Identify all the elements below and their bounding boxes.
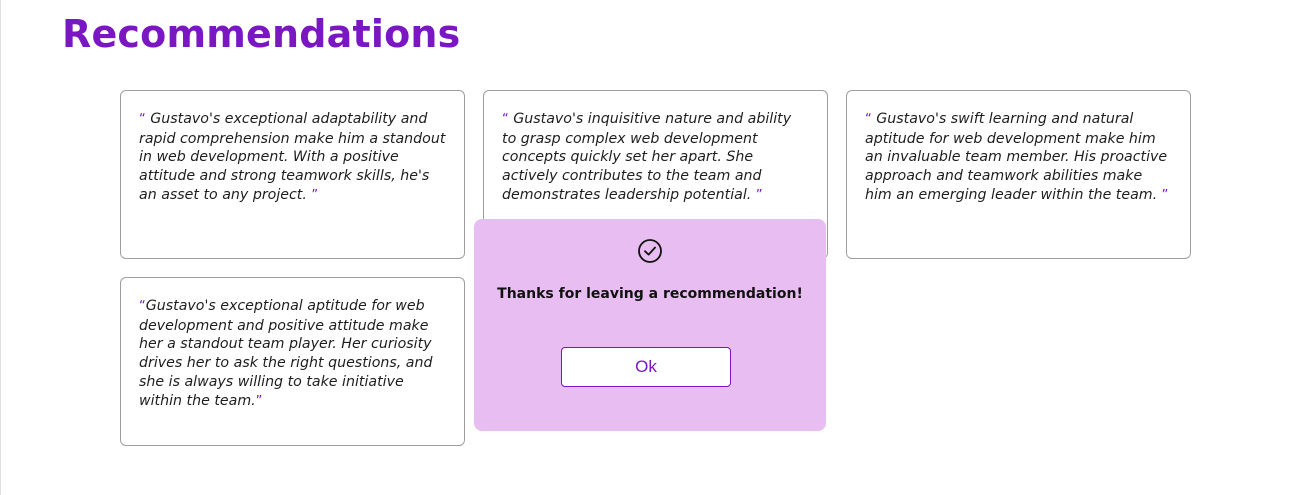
close-quote-mark: ”: [255, 393, 263, 409]
recommendation-text: Gustavo's inquisitive nature and ability…: [502, 111, 792, 203]
recommendation-text-block: “ Gustavo's inquisitive nature and abili…: [502, 110, 809, 206]
recommendation-text: Gustavo's swift learning and natural apt…: [865, 111, 1168, 203]
modal-message: Thanks for leaving a recommendation!: [497, 286, 803, 302]
recommendation-text-block: “ Gustavo's swift learning and natural a…: [865, 110, 1172, 206]
close-quote-mark: ”: [311, 187, 319, 203]
recommendation-text-block: “Gustavo's exceptional aptitude for web …: [139, 297, 446, 411]
recommendation-card: “ Gustavo's swift learning and natural a…: [846, 90, 1191, 259]
confirmation-modal: Thanks for leaving a recommendation! Ok: [474, 219, 826, 431]
recommendation-card: “Gustavo's exceptional aptitude for web …: [120, 277, 465, 446]
check-circle-icon: [637, 238, 663, 264]
close-quote-mark: ”: [1161, 187, 1169, 203]
recommendation-text-block: “ Gustavo's exceptional adaptability and…: [139, 110, 446, 206]
recommendation-text: Gustavo's exceptional adaptability and r…: [139, 111, 446, 203]
recommendation-text: Gustavo's exceptional aptitude for web d…: [139, 298, 433, 409]
open-quote-mark: “: [865, 112, 872, 127]
open-quote-mark: “: [502, 112, 509, 127]
recommendation-card: “ Gustavo's exceptional adaptability and…: [120, 90, 465, 259]
page-title: Recommendations: [62, 12, 461, 56]
open-quote-mark: “: [139, 112, 146, 127]
ok-button[interactable]: Ok: [561, 347, 731, 387]
close-quote-mark: ”: [755, 187, 763, 203]
open-quote-mark: “: [139, 299, 146, 314]
